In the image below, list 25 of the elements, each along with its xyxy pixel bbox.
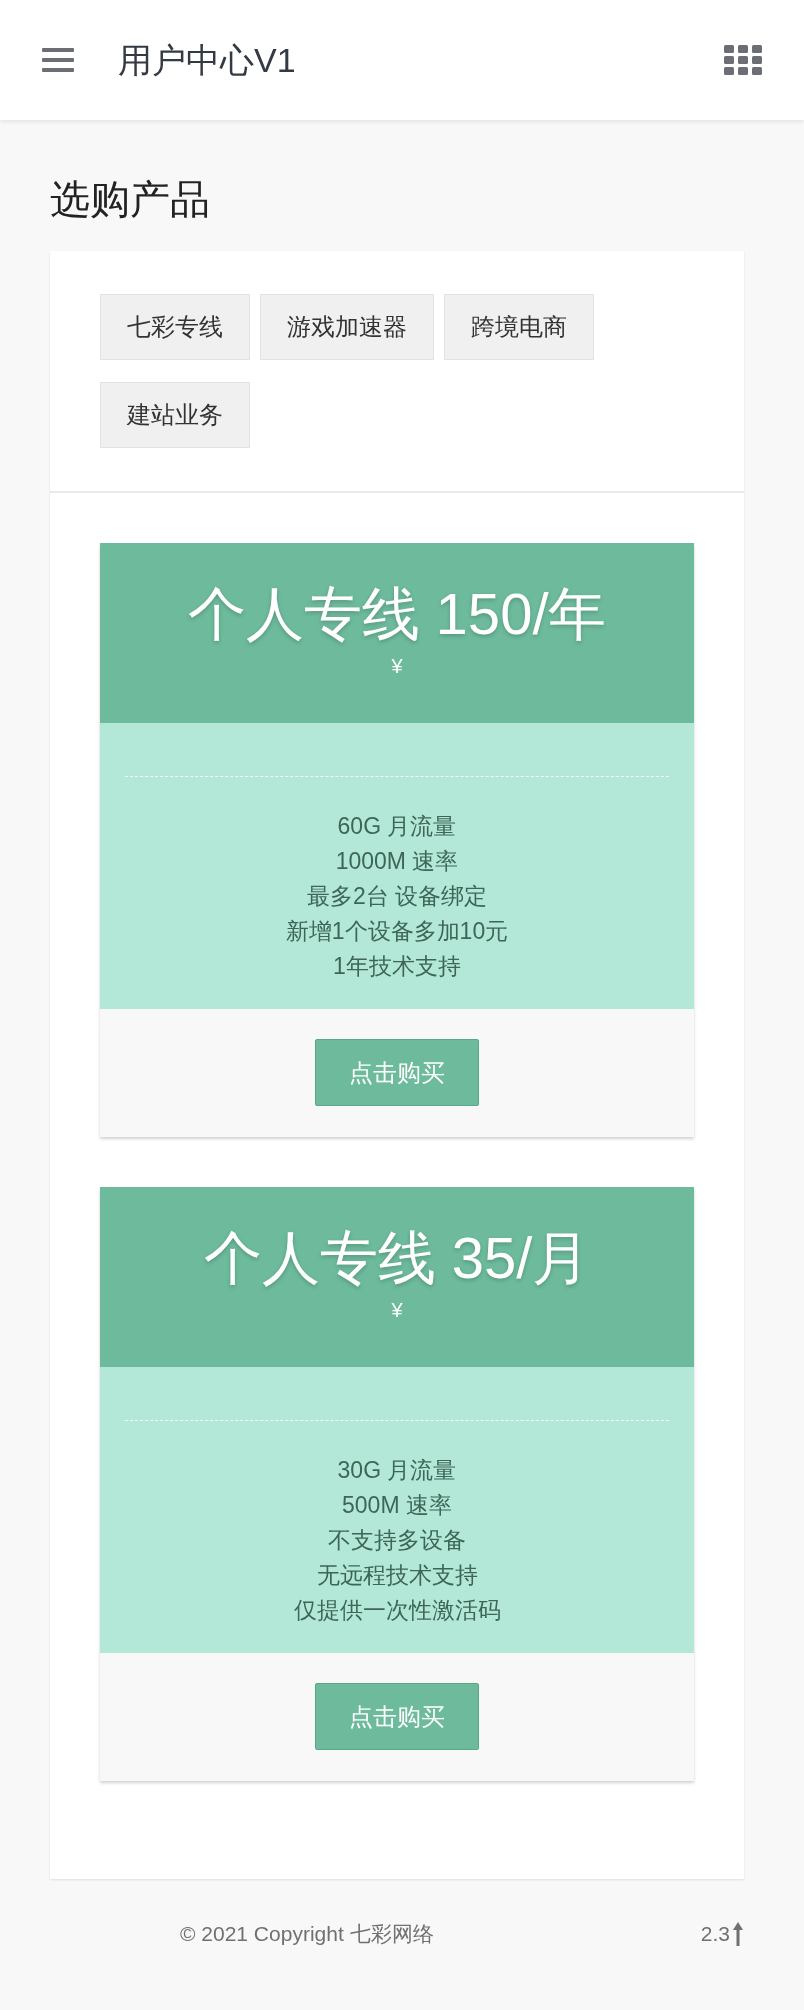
apps-grid-icon[interactable]: [724, 45, 762, 75]
category-tab[interactable]: 建站业务: [100, 382, 250, 448]
category-tab[interactable]: 游戏加速器: [260, 294, 434, 360]
feature-text: 无远程技术支持: [316, 1561, 478, 1590]
plan-name: 个人专线 150/年: [187, 580, 607, 648]
feature-text: 1年技术支持: [333, 952, 461, 981]
feature-text: 60G 月流量: [337, 812, 457, 841]
currency-symbol: ¥: [391, 1298, 403, 1323]
feature-text: 500M 速率: [342, 1491, 452, 1520]
category-tab[interactable]: 跨境电商: [444, 294, 594, 360]
plan-name: 个人专线 35/月: [203, 1224, 591, 1292]
feature-text: 最多2台 设备绑定: [306, 882, 488, 911]
feature-text: 1000M 速率: [335, 847, 459, 876]
copyright-text: © 2021 Copyright 七彩网络: [180, 1921, 434, 1948]
page-title: 选购产品: [50, 176, 211, 223]
app-title: 用户中心V1: [118, 39, 296, 81]
feature-text: 仅提供一次性激活码: [293, 1596, 501, 1625]
menu-icon[interactable]: [42, 46, 74, 74]
version-text: 2.3: [700, 1921, 730, 1948]
arrow-up-icon[interactable]: [732, 1921, 744, 1947]
category-tab[interactable]: 七彩专线: [100, 294, 250, 360]
feature-text: 30G 月流量: [337, 1456, 457, 1485]
feature-text: 不支持多设备: [328, 1526, 466, 1555]
currency-symbol: ¥: [391, 654, 403, 679]
feature-text: 新增1个设备多加10元: [285, 917, 509, 946]
